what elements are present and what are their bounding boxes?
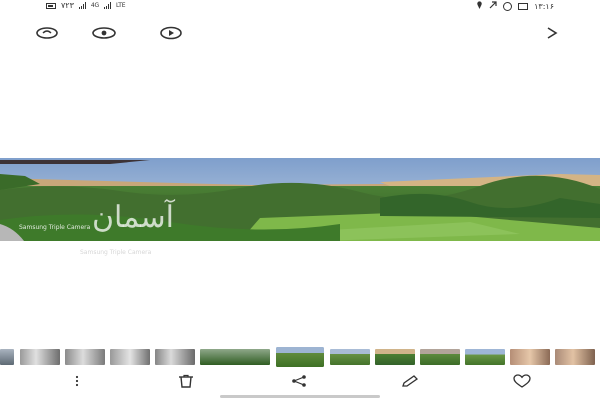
filmstrip-thumb[interactable] (20, 349, 60, 365)
network-type-right: LTE (115, 1, 126, 9)
forward-icon (547, 27, 558, 39)
filmstrip-thumb-selected[interactable] (275, 346, 325, 368)
battery-icon (46, 2, 56, 9)
share-icon (292, 375, 306, 387)
filmstrip-thumb[interactable] (155, 349, 195, 365)
signal-icon-2 (103, 2, 111, 9)
bottom-bar (0, 370, 600, 392)
adjust-icon (36, 27, 58, 39)
adjust-button[interactable] (33, 24, 61, 42)
play-icon (160, 26, 182, 40)
filmstrip-thumb[interactable] (510, 349, 550, 365)
status-right: ۱۳:۱۶ (476, 1, 554, 11)
more-icon (75, 375, 79, 387)
signal-icon (78, 2, 86, 9)
arrow-icon (489, 1, 497, 11)
filmstrip-thumb[interactable] (65, 349, 105, 365)
filmstrip-thumb[interactable] (420, 349, 460, 365)
more-options-button[interactable] (65, 372, 89, 390)
play-button[interactable] (157, 24, 185, 42)
watermark-text: آسمان (92, 200, 174, 235)
delete-icon (179, 374, 193, 388)
filmstrip-thumb[interactable] (110, 349, 150, 365)
view-button[interactable] (90, 24, 118, 42)
location-icon (476, 1, 483, 11)
edit-button[interactable] (398, 372, 422, 390)
forward-button[interactable] (538, 24, 566, 42)
delete-button[interactable] (174, 372, 198, 390)
filmstrip-thumb[interactable] (465, 349, 505, 365)
status-left: ۷۲۳ 4G LTE (46, 1, 126, 10)
edit-icon (402, 375, 419, 387)
filmstrip-thumb[interactable] (200, 349, 270, 365)
filmstrip-thumb[interactable] (330, 349, 370, 365)
filmstrip (0, 346, 600, 368)
filmstrip-thumb[interactable] (375, 349, 415, 365)
status-bar: ۷۲۳ 4G LTE ۱۳:۱۶ (0, 0, 600, 14)
status-time: ۱۳:۱۶ (534, 1, 554, 11)
network-type-left: 4G (90, 1, 99, 9)
view-icon (92, 27, 116, 39)
image-icon (518, 2, 529, 10)
filmstrip-thumb[interactable] (555, 349, 595, 365)
favorite-button[interactable] (510, 372, 534, 390)
data-speed: ۷۲۳ (61, 1, 74, 10)
filmstrip-thumb[interactable] (0, 349, 14, 365)
share-button[interactable] (287, 372, 311, 390)
favorite-icon (513, 374, 531, 388)
camera-label: Samsung Triple Camera (19, 224, 91, 231)
camera-caption-reflection: Samsung Triple Camera (80, 249, 152, 256)
home-indicator[interactable] (220, 395, 380, 398)
whatsapp-icon (503, 1, 513, 11)
